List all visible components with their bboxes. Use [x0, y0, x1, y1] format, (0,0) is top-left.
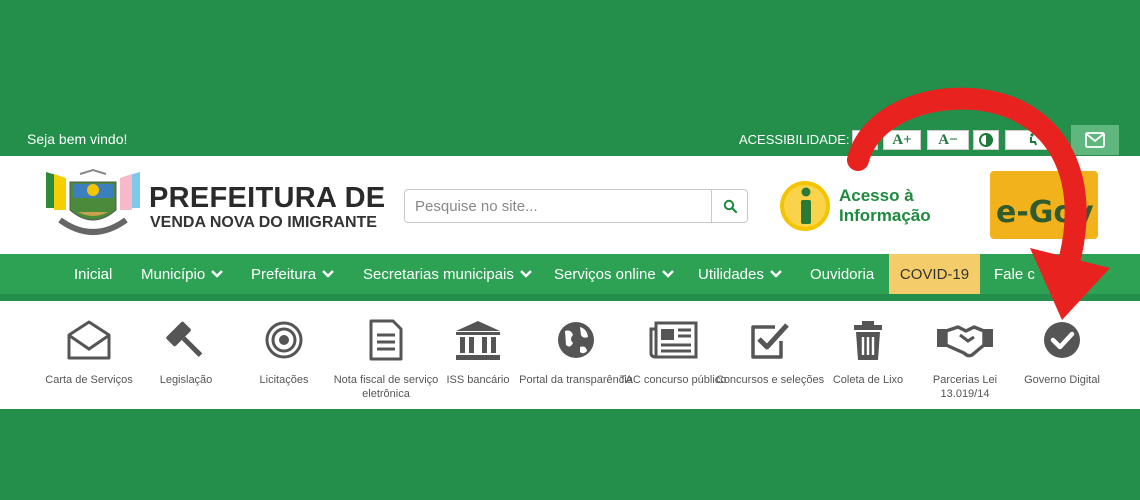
nav-divider — [0, 294, 1140, 301]
site-header: PREFEITURA DE VENDA NOVA DO IMIGRANTE Ac… — [0, 156, 1140, 254]
nav-secretarias[interactable]: Secretarias municipais — [363, 254, 532, 294]
nav-label: Ouvidoria — [810, 265, 875, 283]
egov-text: e-Gov — [996, 195, 1094, 230]
nav-covid19[interactable]: COVID-19 — [889, 254, 980, 294]
nav-prefeitura[interactable]: Prefeitura — [251, 254, 334, 294]
nav-label: Utilidades — [698, 265, 764, 283]
handshake-icon — [937, 325, 993, 358]
info-icon — [780, 181, 830, 231]
wheelchair-icon — [1030, 133, 1037, 146]
access-info-text: Acesso à Informação — [839, 186, 949, 226]
main-nav: Inicial Município Prefeitura Secretarias… — [0, 254, 1140, 294]
chevron-down-icon — [211, 270, 224, 278]
contact-mail-button[interactable] — [1071, 125, 1119, 155]
gavel-icon — [166, 321, 203, 357]
nav-label: Secretarias municipais — [363, 265, 514, 283]
egov-banner[interactable]: e-Gov — [990, 171, 1098, 239]
nav-label: Inicial — [74, 265, 113, 283]
contrast-icon — [979, 133, 993, 147]
checkbox-icon — [751, 323, 789, 359]
nav-fale-conosco[interactable]: Fale c — [994, 254, 1035, 294]
globe-icon — [558, 322, 594, 358]
site-title[interactable]: PREFEITURA DE — [149, 182, 385, 215]
check-circle-icon — [1044, 322, 1080, 358]
welcome-text: Seja bem vindo! — [27, 131, 128, 147]
quick-links-bar: Carta de Serviços Legislação Licitações … — [0, 301, 1140, 409]
target-icon — [265, 321, 303, 359]
chevron-down-icon — [770, 270, 782, 278]
nav-label: Fale c — [994, 265, 1035, 283]
trash-icon — [854, 321, 882, 360]
access-to-information-link[interactable]: Acesso à Informação — [779, 176, 949, 236]
nav-label: Prefeitura — [251, 265, 317, 283]
document-icon — [369, 319, 403, 361]
quick-link-governo-digital[interactable]: Governo Digital — [1004, 301, 1120, 409]
accessibility-button[interactable] — [1005, 130, 1057, 150]
nav-label: Serviços online — [554, 265, 656, 283]
font-normal-button[interactable]: A — [852, 130, 878, 150]
nav-municipio[interactable]: Município — [141, 254, 224, 294]
newspaper-icon — [649, 321, 698, 359]
nav-ouvidoria[interactable]: Ouvidoria — [810, 254, 874, 294]
font-increase-button[interactable]: A+ — [883, 130, 921, 150]
bank-icon — [456, 321, 500, 360]
search-icon — [723, 199, 737, 213]
envelope-icon — [1085, 132, 1105, 148]
font-decrease-button[interactable]: A− — [927, 130, 969, 150]
accessibility-label: ACESSIBILIDADE: — [739, 132, 850, 147]
search-input[interactable] — [405, 190, 711, 222]
envelope-open-icon — [67, 320, 111, 360]
municipal-crest-logo[interactable] — [40, 168, 146, 244]
nav-servicos-online[interactable]: Serviços online — [554, 254, 674, 294]
quick-link-label: Governo Digital — [1024, 374, 1100, 386]
site-subtitle[interactable]: VENDA NOVA DO IMIGRANTE — [150, 214, 377, 232]
nav-inicial[interactable]: Inicial — [74, 254, 112, 294]
quick-link-label: Licitações — [259, 374, 309, 386]
top-bar: Seja bem vindo! ACESSIBILIDADE: A A+ A− — [0, 122, 1140, 156]
nav-label: Município — [141, 265, 206, 283]
access-info-line2: Informação — [839, 206, 931, 225]
nav-label: COVID-19 — [899, 265, 970, 283]
contrast-button[interactable] — [973, 130, 999, 150]
nav-utilidades[interactable]: Utilidades — [698, 254, 782, 294]
access-info-line1: Acesso à — [839, 186, 914, 205]
search-box — [404, 189, 748, 223]
search-button[interactable] — [711, 190, 747, 222]
chevron-down-icon — [520, 270, 532, 278]
quick-link-licitacoes[interactable]: Licitações — [226, 301, 342, 409]
chevron-down-icon — [661, 270, 674, 278]
chevron-down-icon — [322, 270, 334, 278]
